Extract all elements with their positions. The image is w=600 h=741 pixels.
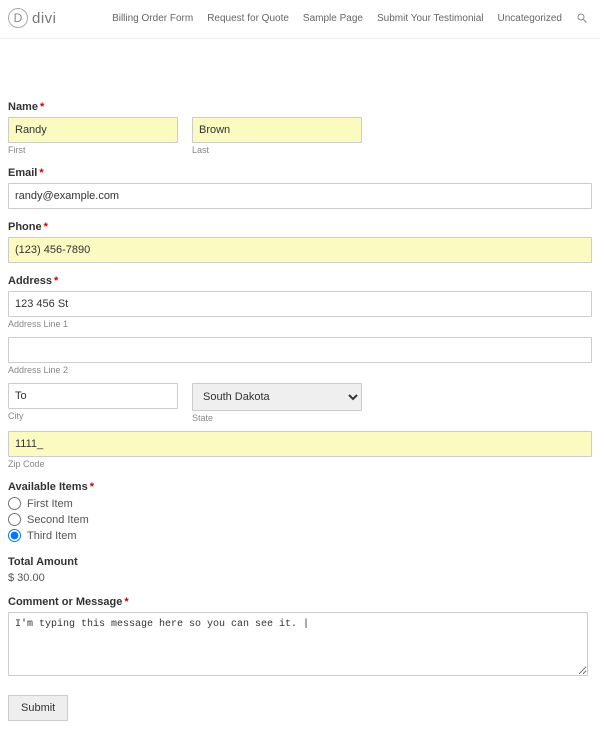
city-input[interactable] — [8, 383, 178, 409]
phone-input[interactable] — [8, 237, 592, 263]
logo-mark-icon: D — [8, 8, 28, 28]
address-line2-input[interactable] — [8, 337, 592, 363]
search-icon[interactable] — [576, 12, 588, 24]
email-label: Email* — [8, 167, 592, 179]
address-line2-sublabel: Address Line 2 — [8, 365, 592, 375]
address-line1-sublabel: Address Line 1 — [8, 319, 592, 329]
zip-sublabel: Zip Code — [8, 459, 592, 469]
nav-billing-order-form[interactable]: Billing Order Form — [112, 13, 193, 24]
required-marker: * — [44, 221, 48, 233]
address-label: Address* — [8, 275, 592, 287]
logo-text: divi — [32, 10, 57, 27]
name-label: Name* — [8, 101, 592, 113]
radio-first-item[interactable] — [8, 497, 21, 510]
last-name-sublabel: Last — [192, 145, 362, 155]
address-line1-input[interactable] — [8, 291, 592, 317]
available-item-option[interactable]: Third Item — [8, 529, 592, 542]
available-items-label: Available Items* — [8, 481, 592, 493]
nav-request-for-quote[interactable]: Request for Quote — [207, 13, 289, 24]
radio-label: Third Item — [27, 530, 77, 542]
required-marker: * — [124, 596, 128, 608]
available-items-group: First Item Second Item Third Item — [8, 497, 592, 542]
comment-label: Comment or Message* — [8, 596, 592, 608]
total-amount-value: $ 30.00 — [8, 572, 592, 584]
site-logo[interactable]: D divi — [8, 8, 57, 28]
first-name-sublabel: First — [8, 145, 178, 155]
radio-second-item[interactable] — [8, 513, 21, 526]
available-item-option[interactable]: Second Item — [8, 513, 592, 526]
billing-form: Name* First Last Email* Phone* Address* … — [0, 39, 600, 741]
state-select[interactable]: South Dakota — [192, 383, 362, 411]
nav-uncategorized[interactable]: Uncategorized — [498, 13, 562, 24]
required-marker: * — [39, 167, 43, 179]
logo-letter: D — [14, 11, 23, 25]
required-marker: * — [40, 101, 44, 113]
nav-sample-page[interactable]: Sample Page — [303, 13, 363, 24]
top-nav: Billing Order Form Request for Quote Sam… — [112, 12, 588, 24]
last-name-input[interactable] — [192, 117, 362, 143]
submit-button[interactable]: Submit — [8, 695, 68, 721]
required-marker: * — [90, 481, 94, 493]
radio-label: First Item — [27, 498, 73, 510]
radio-third-item[interactable] — [8, 529, 21, 542]
top-header: D divi Billing Order Form Request for Qu… — [0, 0, 600, 39]
city-sublabel: City — [8, 411, 178, 421]
radio-label: Second Item — [27, 514, 89, 526]
state-sublabel: State — [192, 413, 362, 423]
zip-input[interactable] — [8, 431, 592, 457]
first-name-input[interactable] — [8, 117, 178, 143]
phone-label: Phone* — [8, 221, 592, 233]
total-amount-label: Total Amount — [8, 556, 592, 568]
required-marker: * — [54, 275, 58, 287]
available-item-option[interactable]: First Item — [8, 497, 592, 510]
email-input[interactable] — [8, 183, 592, 209]
nav-submit-your-testimonial[interactable]: Submit Your Testimonial — [377, 13, 484, 24]
